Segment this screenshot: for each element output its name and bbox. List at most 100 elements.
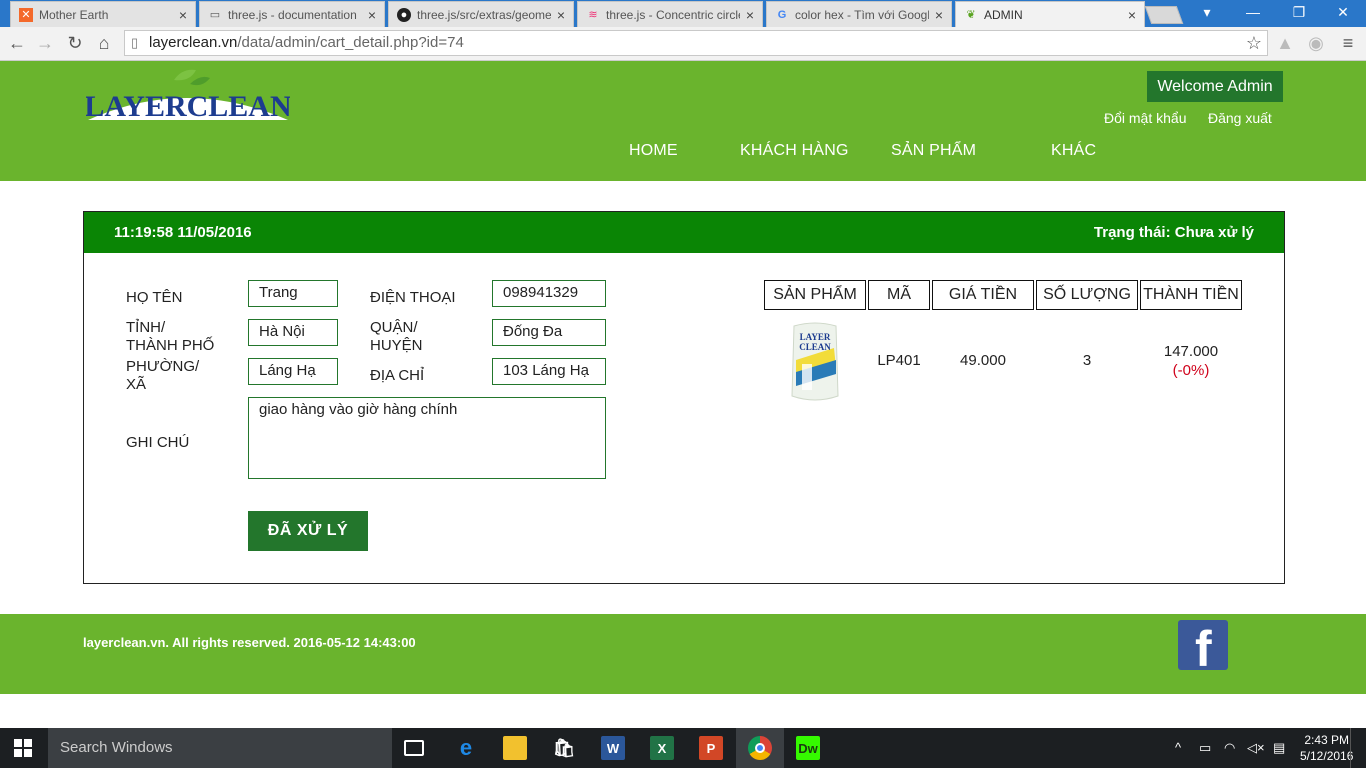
close-icon[interactable]: × xyxy=(1128,7,1136,23)
ward-field[interactable]: Láng Hạ xyxy=(248,358,338,385)
table-header-price: GIÁ TIỀN xyxy=(932,280,1034,310)
file-explorer-icon[interactable] xyxy=(503,736,527,760)
windows-start-icon[interactable] xyxy=(14,739,32,757)
label-city-1: TỈNH/ xyxy=(126,319,166,336)
excel-icon[interactable]: X xyxy=(650,736,674,760)
chevron-up-icon[interactable]: ^ xyxy=(1175,740,1181,755)
powerpoint-icon[interactable]: P xyxy=(699,736,723,760)
minimize-icon[interactable]: — xyxy=(1230,0,1276,24)
close-icon[interactable]: × xyxy=(935,7,943,23)
label-address: ĐỊA CHỈ xyxy=(370,367,425,384)
forward-icon[interactable]: → xyxy=(34,32,56,54)
tab-mother-earth[interactable]: ✕ Mother Earth × xyxy=(10,1,196,27)
chrome-icon xyxy=(748,736,772,760)
user-icon[interactable]: ▾ xyxy=(1184,0,1230,24)
show-desktop-button[interactable] xyxy=(1350,728,1366,768)
tab-label: three.js/src/extras/geome xyxy=(417,7,551,22)
nav-products[interactable]: SẢN PHẨM xyxy=(891,142,976,160)
nav-home[interactable]: HOME xyxy=(629,142,678,160)
product-discount: (-0%) xyxy=(1172,362,1210,379)
close-icon[interactable]: × xyxy=(368,7,376,23)
label-district-2: HUYỆN xyxy=(370,337,423,354)
extension-icon[interactable]: ◉ xyxy=(1305,32,1327,54)
table-header-product: SẢN PHẨM xyxy=(764,280,866,310)
tab-github[interactable]: ● three.js/src/extras/geome × xyxy=(388,1,574,27)
district-field[interactable]: Đống Đa xyxy=(492,319,606,346)
page-icon: ▯ xyxy=(131,35,139,50)
tab-label: ADMIN xyxy=(984,7,1023,22)
url-domain: layerclean.vn xyxy=(149,34,238,51)
svg-text:CLEAN: CLEAN xyxy=(799,342,831,352)
label-name: HỌ TÊN xyxy=(126,289,183,306)
label-ward-1: PHƯỜNG/ xyxy=(126,358,200,375)
facebook-icon[interactable]: f xyxy=(1178,620,1228,670)
label-ward-2: XÃ xyxy=(126,376,147,393)
product-price: 49.000 xyxy=(960,352,1006,369)
address-bar[interactable]: ▯ layerclean.vn/data/admin/cart_detail.p… xyxy=(124,30,1268,56)
close-window-icon[interactable]: ✕ xyxy=(1320,0,1366,24)
task-view-icon[interactable] xyxy=(404,740,424,756)
new-tab-button[interactable] xyxy=(1144,6,1184,24)
product-qty: 3 xyxy=(1082,352,1092,369)
label-note: GHI CHÚ xyxy=(126,434,190,451)
nav-customers[interactable]: KHÁCH HÀNG xyxy=(740,142,849,160)
wifi-icon[interactable]: ◠ xyxy=(1224,740,1235,756)
table-header-qty: SỐ LƯỢNG xyxy=(1036,280,1138,310)
tab-admin[interactable]: ❦ ADMIN × xyxy=(955,1,1145,27)
order-datetime: 11:19:58 11/05/2016 xyxy=(114,224,252,241)
dreamweaver-icon[interactable]: Dw xyxy=(796,736,820,760)
close-icon[interactable]: × xyxy=(746,7,754,23)
tab-google[interactable]: G color hex - Tìm với Googl × xyxy=(766,1,952,27)
reload-icon[interactable]: ↻ xyxy=(64,32,86,54)
city-field[interactable]: Hà Nội xyxy=(248,319,338,346)
star-icon[interactable]: ☆ xyxy=(1243,32,1265,54)
table-header-code: MÃ xyxy=(868,280,930,310)
address-field[interactable]: 103 Láng Hạ xyxy=(492,358,606,385)
battery-icon[interactable]: ▭ xyxy=(1199,740,1211,756)
leaf-icon: ❦ xyxy=(966,9,976,21)
volume-icon[interactable]: ◁× xyxy=(1247,740,1265,756)
tab-label: three.js - Concentric circle xyxy=(606,7,740,22)
order-status: Trạng thái: Chưa xử lý xyxy=(1093,224,1254,241)
edge-icon[interactable]: e xyxy=(454,735,478,760)
site-footer xyxy=(0,614,1366,694)
product-total: 147.000 xyxy=(1163,343,1219,360)
home-icon[interactable]: ⌂ xyxy=(93,32,115,54)
order-panel-header: 11:19:58 11/05/2016 Trạng thái: Chưa xử … xyxy=(84,212,1284,253)
nav-other[interactable]: KHÁC xyxy=(1051,142,1096,160)
github-icon: ● xyxy=(397,7,411,22)
logout-link[interactable]: Đăng xuất xyxy=(1208,110,1272,126)
extension-icon[interactable]: ▲ xyxy=(1274,32,1296,54)
close-icon[interactable]: × xyxy=(557,7,565,23)
clock-time: 2:43 PM xyxy=(1304,733,1350,747)
google-icon: G xyxy=(777,8,787,21)
logo-text: LAYERCLEAN xyxy=(86,90,290,122)
menu-icon[interactable]: ≡ xyxy=(1337,32,1359,54)
tab-concentric[interactable]: ≋ three.js - Concentric circle × xyxy=(577,1,763,27)
keyboard-icon[interactable]: ▤ xyxy=(1273,740,1285,756)
xampp-icon: ✕ xyxy=(19,7,33,22)
maximize-icon[interactable]: ❐ xyxy=(1276,0,1322,24)
label-city-2: THÀNH PHỐ xyxy=(126,337,215,354)
tab-threejs-docs[interactable]: ▭ three.js - documentation × xyxy=(199,1,385,27)
close-icon[interactable]: × xyxy=(179,7,187,23)
product-image[interactable]: LAYER CLEAN xyxy=(788,320,842,404)
store-icon[interactable]: 🛍 xyxy=(552,736,576,760)
phone-field[interactable]: 098941329 xyxy=(492,280,606,307)
layerclean-logo[interactable]: LAYERCLEAN xyxy=(84,66,292,123)
tab-label: Mother Earth xyxy=(39,7,109,22)
product-code: LP401 xyxy=(877,352,921,369)
taskbar-search-input[interactable]: Search Windows xyxy=(48,728,392,768)
taskbar-clock[interactable]: 2:43 PM 5/12/2016 xyxy=(1300,732,1353,764)
tab-label: three.js - documentation xyxy=(228,7,357,22)
welcome-badge: Welcome Admin xyxy=(1147,71,1283,102)
word-icon[interactable]: W xyxy=(601,736,625,760)
name-field[interactable]: Trang xyxy=(248,280,338,307)
copyright-text: layerclean.vn. All rights reserved. 2016… xyxy=(83,635,416,650)
tab-label: color hex - Tìm với Googl xyxy=(795,7,929,22)
back-icon[interactable]: ← xyxy=(6,32,28,54)
note-field[interactable]: giao hàng vào giờ hàng chính xyxy=(248,397,606,479)
change-password-link[interactable]: Đổi mật khẩu xyxy=(1104,110,1186,126)
chrome-taskbar-active[interactable] xyxy=(736,728,784,768)
mark-done-button[interactable]: ĐÃ XỬ LÝ xyxy=(248,511,368,551)
